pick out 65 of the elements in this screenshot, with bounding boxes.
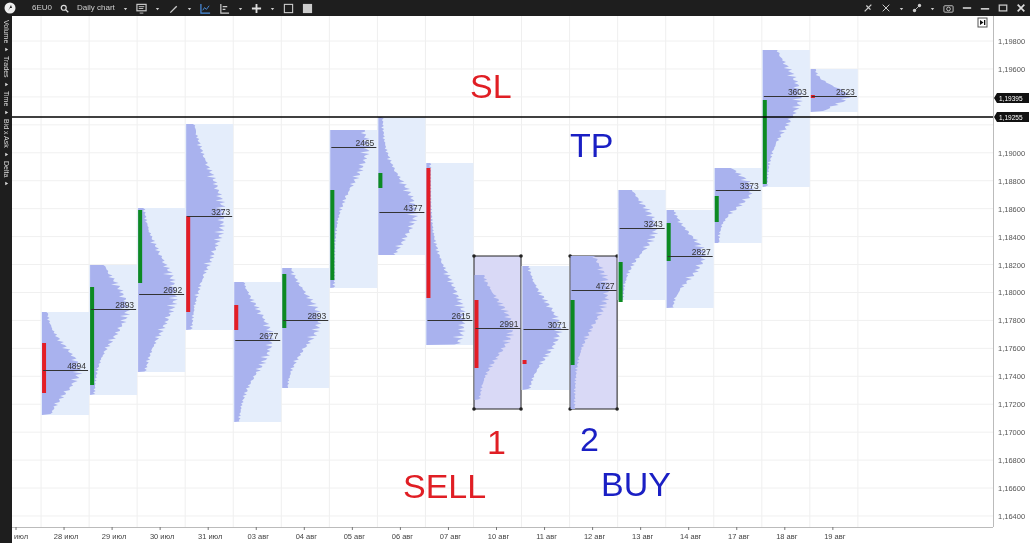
volume-label: 2677 (259, 330, 279, 341)
poc-line (138, 294, 185, 295)
caret-icon[interactable] (237, 5, 243, 11)
cross-tool-icon[interactable] (881, 3, 891, 13)
volume-label: 2523 (835, 86, 855, 97)
volume-label: 3071 (547, 319, 567, 330)
poc-line (667, 256, 714, 257)
volume-label: 4727 (595, 280, 615, 291)
monitor-icon[interactable] (135, 2, 147, 14)
volume-label: 2615 (451, 310, 471, 321)
poc-line (619, 228, 666, 229)
symbol-field[interactable]: 6EU0 (32, 2, 52, 14)
caret-icon[interactable] (899, 5, 904, 11)
poc-line (90, 309, 137, 310)
crosshair-icon[interactable] (250, 2, 262, 14)
caret-icon[interactable] (3, 110, 9, 116)
volume-label: 3373 (739, 180, 759, 191)
poc-line (523, 329, 570, 330)
poc-line (475, 328, 521, 329)
poc-line (234, 340, 281, 341)
poc-line (282, 320, 329, 321)
caret-icon[interactable] (122, 5, 128, 11)
poc-line (42, 370, 89, 371)
volume-label: 3603 (787, 86, 807, 97)
close-icon[interactable] (1016, 3, 1026, 13)
caret-icon[interactable] (154, 5, 160, 11)
volume-label: 2465 (355, 137, 375, 148)
annotation-text: 1 (487, 423, 506, 461)
link-icon[interactable] (912, 3, 922, 13)
annotation-text: SELL (403, 467, 487, 505)
square-icon[interactable] (282, 2, 294, 14)
poc-line (715, 190, 762, 191)
volume-label: 2893 (115, 299, 135, 310)
volume-label: 3243 (643, 218, 663, 229)
caret-icon[interactable] (3, 181, 9, 187)
poc-line (571, 290, 618, 291)
poc-line (330, 147, 377, 148)
axis-icon[interactable] (218, 2, 230, 14)
volume-label: 4377 (403, 202, 423, 213)
caret-icon[interactable] (3, 81, 9, 87)
timeframe-dropdown[interactable]: Daily chart (77, 2, 115, 14)
poc-line (426, 320, 473, 321)
scroll-to-end-icon[interactable] (977, 17, 988, 28)
caret-icon[interactable] (3, 47, 9, 53)
chart-icon[interactable] (199, 2, 211, 14)
caret-icon[interactable] (930, 5, 935, 11)
volume-label: 2991 (499, 318, 519, 329)
volume-label: 2893 (307, 310, 327, 321)
caret-icon[interactable] (3, 152, 9, 157)
search-icon[interactable] (60, 3, 69, 13)
maximize-icon[interactable] (998, 3, 1008, 13)
volume-label: 4894 (67, 360, 87, 371)
volume-label: 2692 (163, 284, 183, 295)
caret-icon[interactable] (186, 5, 192, 11)
annotation-text: BUY (601, 465, 671, 503)
annotation-text: TP (570, 126, 614, 164)
volume-label: 3273 (211, 206, 231, 217)
poc-line (378, 212, 425, 213)
caret-icon[interactable] (269, 5, 275, 11)
panel-icon[interactable] (301, 2, 313, 14)
annotation-text: 2 (580, 420, 599, 458)
volume-label: 2827 (691, 246, 711, 257)
camera-icon[interactable] (943, 2, 954, 14)
annotation-text: SL (470, 67, 512, 105)
poc-line (186, 216, 233, 217)
